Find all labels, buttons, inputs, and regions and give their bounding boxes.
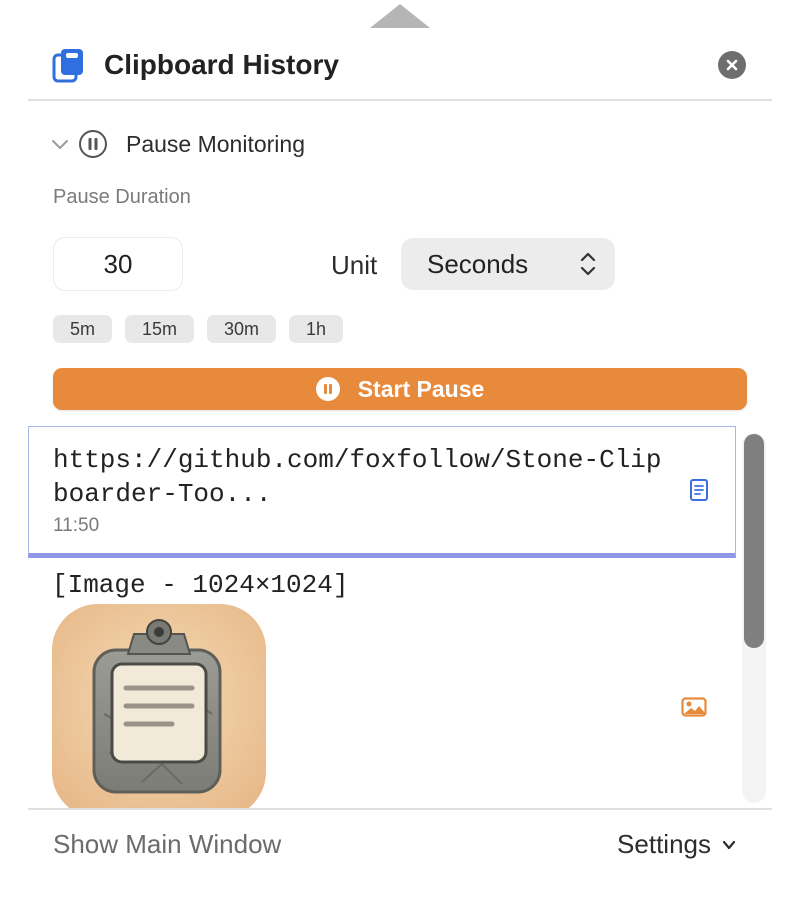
- settings-menu-button[interactable]: Settings: [617, 829, 737, 860]
- settings-label: Settings: [617, 829, 711, 859]
- window-title: Clipboard History: [104, 49, 339, 80]
- chevron-down-icon: [52, 140, 68, 149]
- pause-duration-label: Pause Duration: [53, 186, 191, 208]
- close-icon: [726, 59, 738, 71]
- start-pause-label: Start Pause: [357, 375, 485, 402]
- history-list: https://github.com/foxfollow/Stone-Clipb…: [28, 426, 740, 808]
- start-pause-button[interactable]: Start Pause: [53, 368, 747, 410]
- scrollbar-thumb[interactable]: [744, 434, 764, 648]
- show-main-window-button[interactable]: Show Main Window: [53, 829, 281, 860]
- pause-monitoring-label: Pause Monitoring: [126, 130, 305, 157]
- history-item-content: https://github.com/foxfollow/Stone-Clipb…: [53, 445, 662, 509]
- header-divider: [28, 99, 772, 101]
- history-item-image[interactable]: [Image - 1024×1024]: [28, 564, 736, 808]
- preset-5m-button[interactable]: 5m: [53, 315, 113, 343]
- footer-divider: [28, 808, 772, 810]
- unit-select-value: Seconds: [427, 248, 529, 279]
- pause-circle-icon: [315, 377, 340, 401]
- up-down-chevron-icon: [580, 252, 596, 276]
- clipboard-app-thumbnail: [52, 604, 266, 808]
- chevron-down-icon: [722, 840, 736, 849]
- unit-select[interactable]: Seconds: [401, 238, 615, 290]
- preset-15m-button[interactable]: 15m: [125, 315, 195, 343]
- history-item-content: [Image - 1024×1024]: [52, 570, 349, 600]
- clipboard-icon: [52, 49, 83, 83]
- pause-monitoring-toggle[interactable]: Pause Monitoring: [50, 127, 305, 161]
- history-item-text[interactable]: https://github.com/foxfollow/Stone-Clipb…: [28, 426, 736, 558]
- clipboard-popover: Clipboard History Pause Monitoring Pause…: [0, 0, 800, 906]
- duration-input[interactable]: [53, 237, 183, 291]
- unit-label: Unit: [331, 250, 378, 280]
- pause-circle-icon: [79, 130, 107, 158]
- close-button[interactable]: [718, 51, 746, 79]
- preset-30m-button[interactable]: 30m: [207, 315, 277, 343]
- popover-arrow: [370, 4, 430, 28]
- preset-buttons: 5m 15m 30m 1h: [53, 315, 344, 343]
- header: Clipboard History: [52, 44, 748, 86]
- preset-1h-button[interactable]: 1h: [289, 315, 344, 343]
- document-icon: [690, 479, 708, 501]
- image-icon: [681, 697, 707, 717]
- history-item-time: 11:50: [53, 515, 100, 536]
